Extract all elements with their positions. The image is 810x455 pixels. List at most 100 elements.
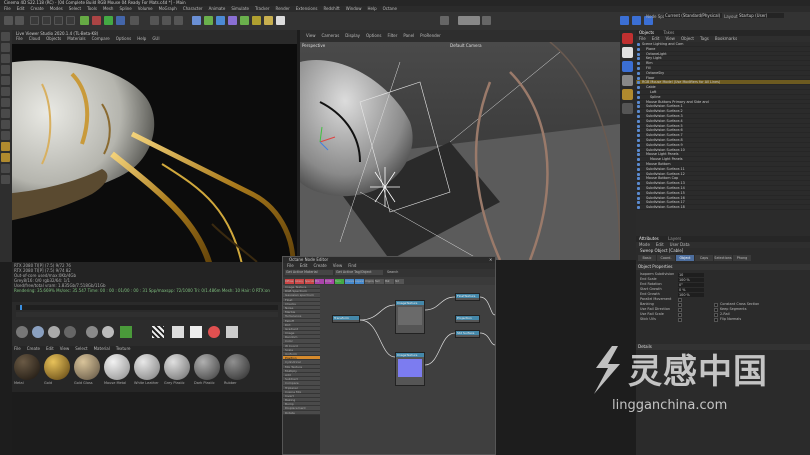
transform-icon[interactable] [190,326,202,338]
octane-live-viewer-icon[interactable] [632,16,641,25]
octane-camera-icon[interactable] [622,75,633,86]
perspective-viewport[interactable]: Perspective Default Camera [300,42,636,260]
lv-menu-materials[interactable]: Materials [67,36,85,41]
ne-menu-edit[interactable]: Edit [300,263,308,268]
lv-menu-objects[interactable]: Objects [46,36,61,41]
vp-menu-filter[interactable]: Filter [387,33,397,38]
mat-menu-create[interactable]: Create [27,346,40,351]
menu-modes[interactable]: Modes [50,6,63,11]
y-axis-icon[interactable] [104,16,113,25]
lock-workplane-icon[interactable] [1,164,10,173]
snap-settings-icon[interactable] [1,153,10,162]
prop-checkbox[interactable] [678,297,682,302]
close-icon[interactable]: ✕ [489,258,493,262]
menu-window[interactable]: Window [346,6,362,11]
subtab-selections[interactable]: Selections [714,255,732,261]
play-forward-icon[interactable] [482,16,491,25]
am-menu-userdata[interactable]: User Data [670,242,690,247]
move-icon[interactable] [42,16,51,25]
menu-redshift[interactable]: Redshift [323,6,339,11]
menu-simulate[interactable]: Simulate [231,6,249,11]
category-tab[interactable]: Std [395,279,404,284]
node-space-dropdown[interactable]: Current (Standard/Physical) [664,13,722,18]
live-viewer-render[interactable] [12,44,297,262]
menu-create[interactable]: Create [30,6,43,11]
menu-help[interactable]: Help [367,6,376,11]
tab-attributes[interactable]: Attributes [639,236,659,241]
tab-takes[interactable]: Takes [663,30,674,35]
category-tab[interactable]: Portal [325,279,334,284]
checkbox[interactable] [714,312,718,317]
projection-node[interactable]: Projection [455,315,480,323]
menu-tracker[interactable]: Tracker [255,6,269,11]
x-axis-icon[interactable] [92,16,101,25]
model-mode-icon[interactable] [1,43,10,52]
timeline[interactable] [12,302,282,320]
material-swatch[interactable]: Rubber [224,354,250,388]
category-tab[interactable]: Specular [305,279,314,284]
vp-menu-display[interactable]: Display [345,33,360,38]
array-icon[interactable] [228,16,237,25]
octane-daylight-icon[interactable] [622,61,633,72]
octane-settings-icon[interactable] [620,16,629,25]
menu-mograph[interactable]: MoGraph [159,6,177,11]
menu-octane[interactable]: Octane [383,6,397,11]
subtab-coord[interactable]: Coord. [657,255,675,261]
tab-layers[interactable]: Layers [668,236,681,241]
live-selection-icon[interactable] [30,16,39,25]
subtab-object[interactable]: Object [676,255,694,261]
lv-menu-cloud[interactable]: Cloud [29,36,40,41]
prop-value-field[interactable]: 0° [678,282,704,287]
om-menu-tags[interactable]: Tags [700,36,709,41]
om-menu-edit[interactable]: Edit [652,36,660,41]
am-menu-edit[interactable]: Edit [656,242,664,247]
category-tab[interactable]: Null [375,279,384,284]
category-tab[interactable]: Layered [355,279,364,284]
image-texture-node[interactable]: ImageTexture [395,352,425,386]
prop-value-field[interactable]: 100 % [678,292,704,297]
subdivision-icon[interactable] [216,16,225,25]
prop-row[interactable]: Flip Normals [714,317,810,322]
scale-icon[interactable] [54,16,63,25]
category-tab[interactable]: Glossy [295,279,304,284]
material-swatch[interactable]: Dark Plastic [194,354,220,388]
menu-spline[interactable]: Spline [119,6,131,11]
axis-mode-icon[interactable] [1,109,10,118]
vp-menu-panel[interactable]: Panel [403,33,414,38]
category-tab[interactable]: Mat [385,279,394,284]
am-menu-mode[interactable]: Mode [639,242,650,247]
mix-material-icon[interactable] [64,326,76,338]
menu-edit[interactable]: Edit [17,6,25,11]
prop-value-field[interactable]: 0 % [678,287,704,292]
prop-value-field[interactable]: 10 [678,272,704,277]
material-swatch[interactable]: White Leather [134,354,160,388]
subtab-basic[interactable]: Basic [638,255,656,261]
points-mode-icon[interactable] [1,76,10,85]
om-menu-view[interactable]: View [665,36,675,41]
material-sphere-icon[interactable] [16,326,28,338]
lv-menu-compare[interactable]: Compare [92,36,110,41]
coordinate-system-icon[interactable] [130,16,139,25]
layout-dropdown[interactable]: Startup (User) [738,13,784,18]
float-texture-node[interactable]: FloatTexture [455,293,480,301]
composite-material-icon[interactable] [120,326,132,338]
menu-volume[interactable]: Volume [138,6,153,11]
deformer-icon[interactable] [240,16,249,25]
checkbox[interactable] [714,317,718,322]
subtab-phong[interactable]: Phong [733,255,751,261]
workplane-icon[interactable] [1,65,10,74]
prop-value-field[interactable]: 100 % [678,277,704,282]
lv-menu-gui[interactable]: GUI [152,36,159,41]
ne-menu-find[interactable]: Find [348,263,356,268]
snapping-icon[interactable] [1,142,10,151]
menu-mesh[interactable]: Mesh [103,6,114,11]
floor-icon[interactable] [252,16,261,25]
menu-file[interactable]: File [4,6,11,11]
category-tab[interactable]: Toon [335,279,344,284]
menu-animate[interactable]: Animate [209,6,226,11]
material-swatch[interactable]: Gold [44,354,70,388]
node-type-item[interactable]: Rotate [283,410,320,415]
settings-material-icon[interactable] [208,326,220,338]
object-row[interactable]: Subdivision Surface.18 [636,205,810,210]
ne-menu-view[interactable]: View [333,263,343,268]
